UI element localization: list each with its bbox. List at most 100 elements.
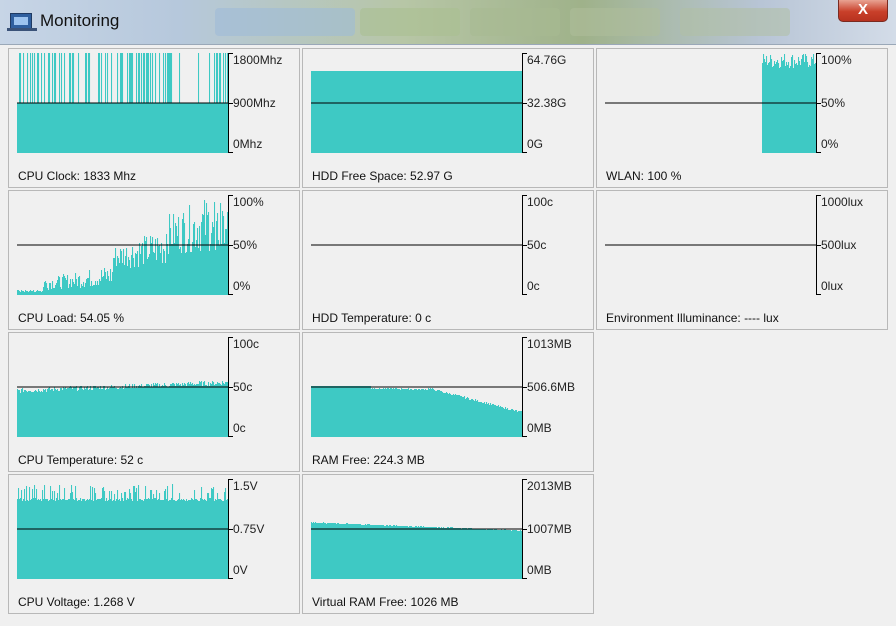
graph-bar <box>435 391 437 437</box>
graph-bar <box>372 525 374 579</box>
graph-bar <box>340 386 342 437</box>
graph-bar <box>332 71 334 153</box>
graph-bar <box>408 388 410 437</box>
close-button[interactable]: X <box>838 0 888 22</box>
graph-bar <box>83 103 85 153</box>
graph-bar <box>504 409 506 437</box>
graph-bar <box>157 103 159 153</box>
graph-bar <box>344 71 346 153</box>
graph-bar <box>388 526 390 579</box>
graph-bar <box>213 103 215 153</box>
graph-bar <box>70 386 72 437</box>
title-bar[interactable]: Monitoring X <box>0 0 896 45</box>
graph-bar <box>98 387 100 437</box>
graph-bar <box>509 410 511 437</box>
graph-bar <box>771 59 773 153</box>
graph-svg <box>311 479 523 579</box>
graph-bar <box>441 527 443 579</box>
graph-bar <box>481 402 483 437</box>
graph-bar <box>405 71 407 153</box>
graph-bar <box>63 499 65 579</box>
tick-label: 506.6MB <box>527 380 576 394</box>
graph-bar <box>106 498 108 579</box>
graph-bar <box>446 71 448 153</box>
graph-bar <box>334 386 336 437</box>
graph-bar <box>364 386 366 437</box>
graph-bar <box>123 249 125 295</box>
graph-bar <box>219 383 221 437</box>
graph-bar <box>486 530 488 579</box>
graph-bar <box>339 386 341 437</box>
graph-bar <box>499 530 501 579</box>
monitor-graph <box>17 337 229 437</box>
tick-label: 0Mhz <box>233 137 263 151</box>
tick-mark <box>523 294 527 295</box>
graph-bar <box>127 266 129 295</box>
graph-bar <box>496 406 498 437</box>
graph-bar <box>45 499 47 579</box>
graph-bar <box>85 283 87 295</box>
graph-bar <box>471 528 473 579</box>
graph-bar <box>90 103 92 153</box>
graph-bar <box>31 103 33 153</box>
graph-bar <box>386 525 388 579</box>
graph-bar <box>476 71 478 153</box>
graph-bar <box>392 389 394 437</box>
graph-bar <box>192 499 194 579</box>
graph-bar <box>194 222 196 295</box>
graph-bar <box>75 103 77 153</box>
graph-bar <box>153 252 155 295</box>
graph-bar <box>91 281 93 295</box>
axis-labels: 100c 50c 0c <box>229 337 299 437</box>
graph-bar <box>390 388 392 437</box>
graph-bar <box>146 384 148 437</box>
graph-bar <box>401 71 403 153</box>
graph-bar <box>428 71 430 153</box>
graph-bar <box>413 390 415 437</box>
graph-bar <box>91 500 93 579</box>
graph-bar <box>96 388 98 437</box>
graph-bar <box>200 498 202 579</box>
graph-bar <box>407 526 409 579</box>
graph-bar <box>331 386 333 437</box>
graph-bar <box>335 71 337 153</box>
graph-bar <box>460 528 462 579</box>
graph-bar <box>794 60 796 153</box>
graph-bar <box>80 103 82 153</box>
graph-bar <box>349 524 351 579</box>
graph-bar <box>59 277 61 295</box>
graph-bar <box>520 411 522 437</box>
graph-bar <box>330 386 332 437</box>
graph-bar <box>364 525 366 579</box>
graph-bar <box>182 103 184 153</box>
graph-bar <box>197 500 199 579</box>
graph-bar <box>65 278 67 295</box>
graph-bar <box>500 530 502 579</box>
graph-bar <box>481 71 483 153</box>
graph-bar <box>124 103 126 153</box>
graph-bar <box>332 523 334 579</box>
graph-bar <box>422 527 424 579</box>
graph-bar <box>224 103 226 153</box>
graph-bar <box>451 527 453 579</box>
graph-bar <box>97 499 99 579</box>
graph-bar <box>516 530 518 579</box>
graph-bar <box>201 103 203 153</box>
graph-bar <box>337 386 339 437</box>
graph-bar <box>488 529 490 579</box>
graph-bar <box>176 501 178 579</box>
graph-bar <box>117 256 119 295</box>
graph-bar <box>206 103 208 153</box>
graph-bar <box>195 385 197 437</box>
graph-bar <box>71 287 73 295</box>
graph-bar <box>432 527 434 579</box>
graph-bar <box>344 524 346 579</box>
graph-bar <box>497 406 499 437</box>
graph-bar <box>46 392 48 437</box>
graph-bar <box>128 257 130 295</box>
graph-bar <box>476 401 478 437</box>
graph-bar <box>415 71 417 153</box>
graph-bar <box>110 103 112 153</box>
graph-bar <box>29 103 31 153</box>
graph-bar <box>75 387 77 437</box>
